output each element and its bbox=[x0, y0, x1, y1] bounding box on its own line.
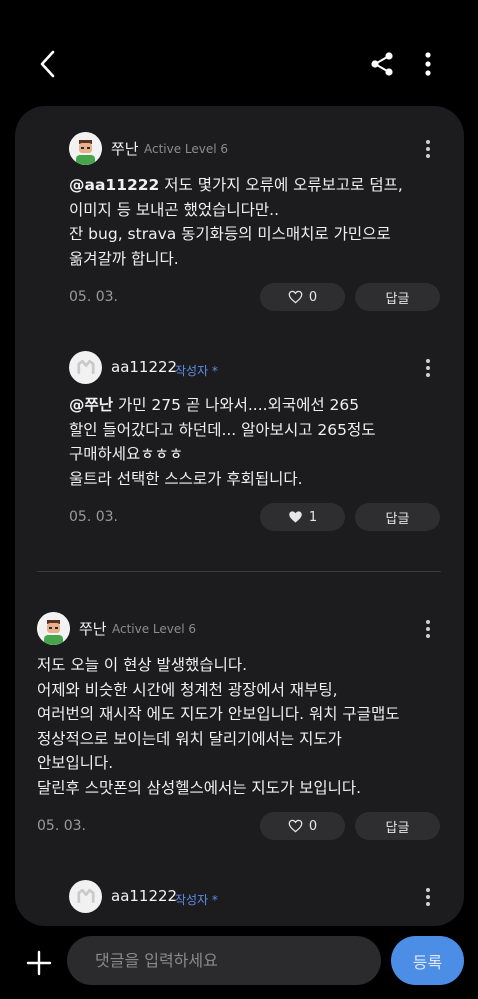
comment-text: 저도 오늘 이 현상 발생했습니다. 어제와 비슷한 시간에 청계천 광장에서 … bbox=[37, 656, 400, 797]
comment-body: @aa11222 저도 몇가지 오류에 오류보고로 덤프, 이미지 등 보내곤 … bbox=[69, 173, 449, 271]
author-avatar-icon bbox=[76, 889, 95, 903]
mention-link[interactable]: @aa11222 bbox=[69, 176, 159, 194]
share-button[interactable] bbox=[362, 44, 402, 84]
comment-date: 05. 03. bbox=[69, 509, 118, 525]
author-avatar-icon bbox=[76, 360, 95, 374]
comment-item: 쭈난 Active Level 6 @aa11222 저도 몇가지 오류에 오류… bbox=[15, 106, 464, 316]
comment-text: 가민 275 곧 나와서....외국에선 265 할인 들어갔다고 하던데...… bbox=[69, 396, 376, 488]
comment-date: 05. 03. bbox=[37, 818, 86, 834]
comment-username[interactable]: aa11222 bbox=[111, 358, 177, 376]
comment-item: aa11222 작성자 * bbox=[15, 866, 464, 926]
like-button[interactable]: 0 bbox=[260, 812, 345, 840]
comment-more-button[interactable] bbox=[418, 885, 438, 909]
more-vertical-icon bbox=[425, 52, 431, 76]
comment-more-button[interactable] bbox=[418, 617, 438, 641]
like-button[interactable]: 0 bbox=[260, 283, 345, 311]
submit-comment-button[interactable]: 등록 bbox=[391, 936, 464, 985]
more-options-button[interactable] bbox=[412, 44, 444, 84]
comment-date: 05. 03. bbox=[69, 289, 118, 305]
divider bbox=[37, 571, 441, 572]
comments-card: 쭈난 Active Level 6 @aa11222 저도 몇가지 오류에 오류… bbox=[15, 106, 464, 926]
comment-body: @쭈난 가민 275 곧 나와서....외국에선 265 할인 들어갔다고 하던… bbox=[69, 393, 449, 491]
comment-item: 쭈난 Active Level 6 저도 오늘 이 현상 발생했습니다. 어제와… bbox=[15, 596, 464, 856]
add-attachment-button[interactable] bbox=[22, 946, 56, 980]
mention-link[interactable]: @쭈난 bbox=[69, 396, 113, 414]
plus-icon bbox=[26, 950, 52, 976]
comment-composer: 등록 bbox=[0, 926, 478, 999]
user-avatar-icon bbox=[37, 612, 70, 645]
user-level: Active Level 6 bbox=[112, 622, 197, 636]
user-level: Active Level 6 bbox=[144, 142, 229, 156]
author-badge: 작성자 * bbox=[175, 364, 218, 378]
avatar[interactable] bbox=[69, 132, 102, 165]
comment-username[interactable]: 쭈난 bbox=[111, 138, 139, 159]
comment-body: 저도 오늘 이 현상 발생했습니다. 어제와 비슷한 시간에 청계천 광장에서 … bbox=[37, 653, 457, 800]
like-button[interactable]: 1 bbox=[260, 503, 345, 531]
heart-outline-icon bbox=[288, 290, 303, 304]
comment-more-button[interactable] bbox=[418, 137, 438, 161]
comment-more-button[interactable] bbox=[418, 356, 438, 380]
back-button[interactable] bbox=[28, 44, 68, 84]
like-count: 1 bbox=[308, 509, 318, 525]
avatar[interactable] bbox=[69, 351, 102, 384]
reply-button[interactable]: 답글 bbox=[355, 812, 440, 840]
heart-outline-icon bbox=[288, 819, 303, 833]
like-count: 0 bbox=[308, 818, 318, 834]
chevron-left-icon bbox=[40, 50, 55, 78]
avatar[interactable] bbox=[37, 612, 70, 645]
heart-filled-icon bbox=[289, 511, 302, 523]
top-bar bbox=[0, 0, 478, 110]
reply-button[interactable]: 답글 bbox=[355, 503, 440, 531]
avatar[interactable] bbox=[69, 880, 102, 913]
comment-username[interactable]: aa11222 bbox=[111, 887, 177, 905]
comment-item: aa11222 작성자 * @쭈난 가민 275 곧 나와서....외국에선 2… bbox=[15, 336, 464, 536]
user-avatar-icon bbox=[69, 132, 102, 165]
reply-button[interactable]: 답글 bbox=[355, 283, 440, 311]
comment-username[interactable]: 쭈난 bbox=[79, 618, 107, 639]
share-icon bbox=[371, 52, 393, 76]
like-count: 0 bbox=[308, 289, 318, 305]
author-badge: 작성자 * bbox=[175, 893, 218, 907]
comment-input[interactable] bbox=[67, 936, 381, 985]
